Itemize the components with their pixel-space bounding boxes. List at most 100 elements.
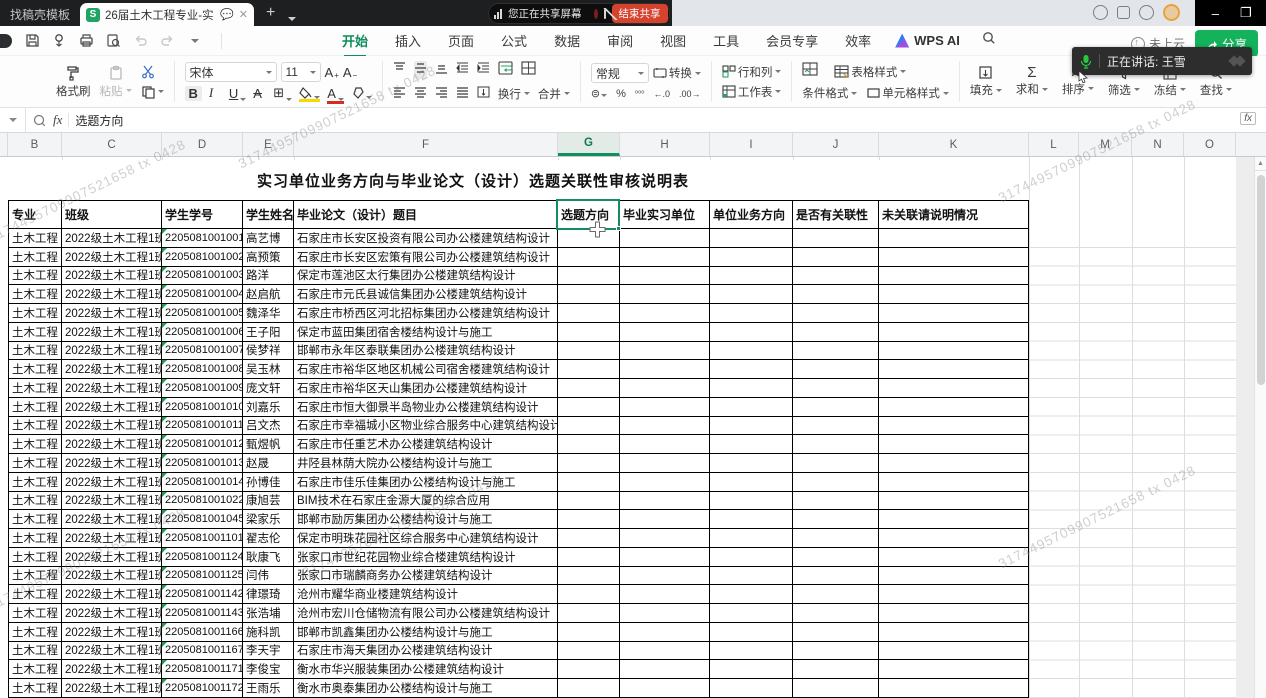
cell[interactable]: 土木工程 (8, 529, 62, 548)
sheet-grid[interactable]: 实习单位业务方向与毕业论文（设计）选题关联性审核说明表 专业 班级 学生学号 学… (0, 157, 1266, 698)
cell[interactable] (620, 323, 710, 342)
header-student-id[interactable]: 学生学号 (162, 200, 243, 229)
menu-tab-开始[interactable]: 开始 (342, 31, 368, 50)
cell[interactable] (558, 660, 620, 679)
decrease-font-icon[interactable]: A− (343, 65, 357, 80)
cell[interactable]: 沧州市耀华商业楼建筑结构设计 (294, 585, 558, 604)
header-explanation[interactable]: 未关联请说明情况 (879, 200, 1029, 229)
align-bottom-icon[interactable] (435, 61, 448, 79)
align-center-icon[interactable] (414, 85, 427, 103)
cell[interactable]: 2022级土木工程1班 (62, 604, 162, 623)
cell[interactable]: 2022级土木工程1班 (62, 548, 162, 567)
cell[interactable]: 2022级土木工程1班 (62, 267, 162, 286)
cell[interactable] (879, 548, 1029, 567)
cell[interactable]: 2205081001101 (162, 529, 243, 548)
cell[interactable]: 沧州市宏川仓储物流有限公司办公楼建筑结构设计 (294, 604, 558, 623)
cell[interactable]: 2022级土木工程1班 (62, 398, 162, 417)
cell[interactable]: 2022级土木工程1班 (62, 473, 162, 492)
header-unit-business[interactable]: 单位业务方向 (710, 200, 793, 229)
restore-button[interactable]: ❐ (1236, 5, 1256, 21)
undo-icon[interactable] (132, 32, 149, 49)
cell[interactable] (620, 398, 710, 417)
cell[interactable]: 2022级土木工程1班 (62, 342, 162, 361)
cell[interactable]: 土木工程 (8, 642, 62, 661)
borders-button[interactable]: ⊞ (273, 85, 292, 101)
cell[interactable] (879, 285, 1029, 304)
cell[interactable]: 石家庄市裕华区地区机械公司宿舍楼建筑结构设计 (294, 360, 558, 379)
cell[interactable]: 土木工程 (8, 398, 62, 417)
cell[interactable] (558, 510, 620, 529)
new-tab-button[interactable]: + (266, 4, 275, 22)
cell[interactable] (620, 548, 710, 567)
cell[interactable] (620, 435, 710, 454)
column-header-K[interactable]: K (879, 133, 1029, 156)
cell[interactable] (620, 660, 710, 679)
cell[interactable]: BIM技术在石家庄金源大厦的综合应用 (294, 492, 558, 511)
cell[interactable] (710, 585, 793, 604)
cell[interactable] (793, 585, 879, 604)
convert-button[interactable]: 转换 (653, 65, 701, 81)
cell[interactable]: 高预策 (243, 248, 294, 267)
cell[interactable]: 2022级土木工程1班 (62, 492, 162, 511)
cell[interactable]: 土木工程 (8, 473, 62, 492)
cell[interactable] (793, 248, 879, 267)
cell[interactable]: 2205081001008 (162, 360, 243, 379)
cell[interactable] (620, 417, 710, 436)
cell[interactable]: 石家庄市幸福城小区物业综合服务中心建筑结构设计 (294, 417, 558, 436)
cell[interactable] (558, 548, 620, 567)
cell[interactable] (558, 417, 620, 436)
text-orientation-icon[interactable] (477, 85, 490, 103)
cell[interactable] (879, 492, 1029, 511)
cell[interactable] (793, 567, 879, 586)
cell-style-button[interactable]: 单元格样式 (867, 85, 949, 101)
cell[interactable] (710, 304, 793, 323)
font-name-select[interactable]: 宋体 (185, 62, 277, 82)
cell[interactable] (558, 604, 620, 623)
font-size-select[interactable]: 11 (281, 62, 321, 82)
cell[interactable] (879, 342, 1029, 361)
table-style-button[interactable]: 表格样式 (834, 64, 906, 80)
cell[interactable]: 2205081001006 (162, 323, 243, 342)
cell[interactable] (558, 379, 620, 398)
cell[interactable]: 高艺博 (243, 229, 294, 248)
scrollbar-thumb[interactable] (1257, 175, 1265, 385)
cell[interactable]: 2205081001009 (162, 379, 243, 398)
cell[interactable]: 孙博佳 (243, 473, 294, 492)
cell[interactable] (710, 473, 793, 492)
cell[interactable]: 土木工程 (8, 492, 62, 511)
formula-search-icon[interactable] (33, 114, 46, 127)
header-student-name[interactable]: 学生姓名 (243, 200, 294, 229)
cell[interactable] (793, 323, 879, 342)
cell[interactable] (620, 454, 710, 473)
cell[interactable] (620, 492, 710, 511)
comment-icon[interactable]: 💬 (220, 8, 234, 21)
cell[interactable]: 2205081001011 (162, 417, 243, 436)
cell[interactable]: 2022级土木工程1班 (62, 323, 162, 342)
column-header-B[interactable]: B (8, 133, 62, 156)
cell[interactable] (710, 342, 793, 361)
cell[interactable]: 土木工程 (8, 248, 62, 267)
cell[interactable]: 吴玉林 (243, 360, 294, 379)
column-header-H[interactable]: H (620, 133, 710, 156)
cell[interactable] (620, 285, 710, 304)
cell[interactable] (879, 360, 1029, 379)
cell[interactable]: 保定市蓝田集团宿舍楼结构设计与施工 (294, 323, 558, 342)
settings-icon[interactable] (1139, 5, 1154, 20)
cell[interactable]: 2022级土木工程1班 (62, 567, 162, 586)
name-box[interactable] (0, 108, 26, 132)
cell[interactable] (710, 435, 793, 454)
cell[interactable]: 衡水市华兴服装集团办公楼建筑结构设计 (294, 660, 558, 679)
cell[interactable]: 土木工程 (8, 229, 62, 248)
cell[interactable]: 土木工程 (8, 548, 62, 567)
cell[interactable]: 康旭芸 (243, 492, 294, 511)
cell[interactable]: 石家庄市裕华区天山集团办公楼建筑结构设计 (294, 379, 558, 398)
cell[interactable] (620, 567, 710, 586)
cell[interactable]: 2205081001001 (162, 229, 243, 248)
cell[interactable]: 土木工程 (8, 285, 62, 304)
document-tab[interactable]: S 26届土木工程专业-实习单位 💬 ✕ (80, 3, 254, 26)
cell[interactable]: 2022级土木工程1班 (62, 454, 162, 473)
currency-icon[interactable]: ⊜ (591, 87, 607, 100)
cell[interactable] (710, 623, 793, 642)
column-header-M[interactable]: M (1079, 133, 1132, 156)
menu-tab-页面[interactable]: 页面 (448, 31, 474, 50)
